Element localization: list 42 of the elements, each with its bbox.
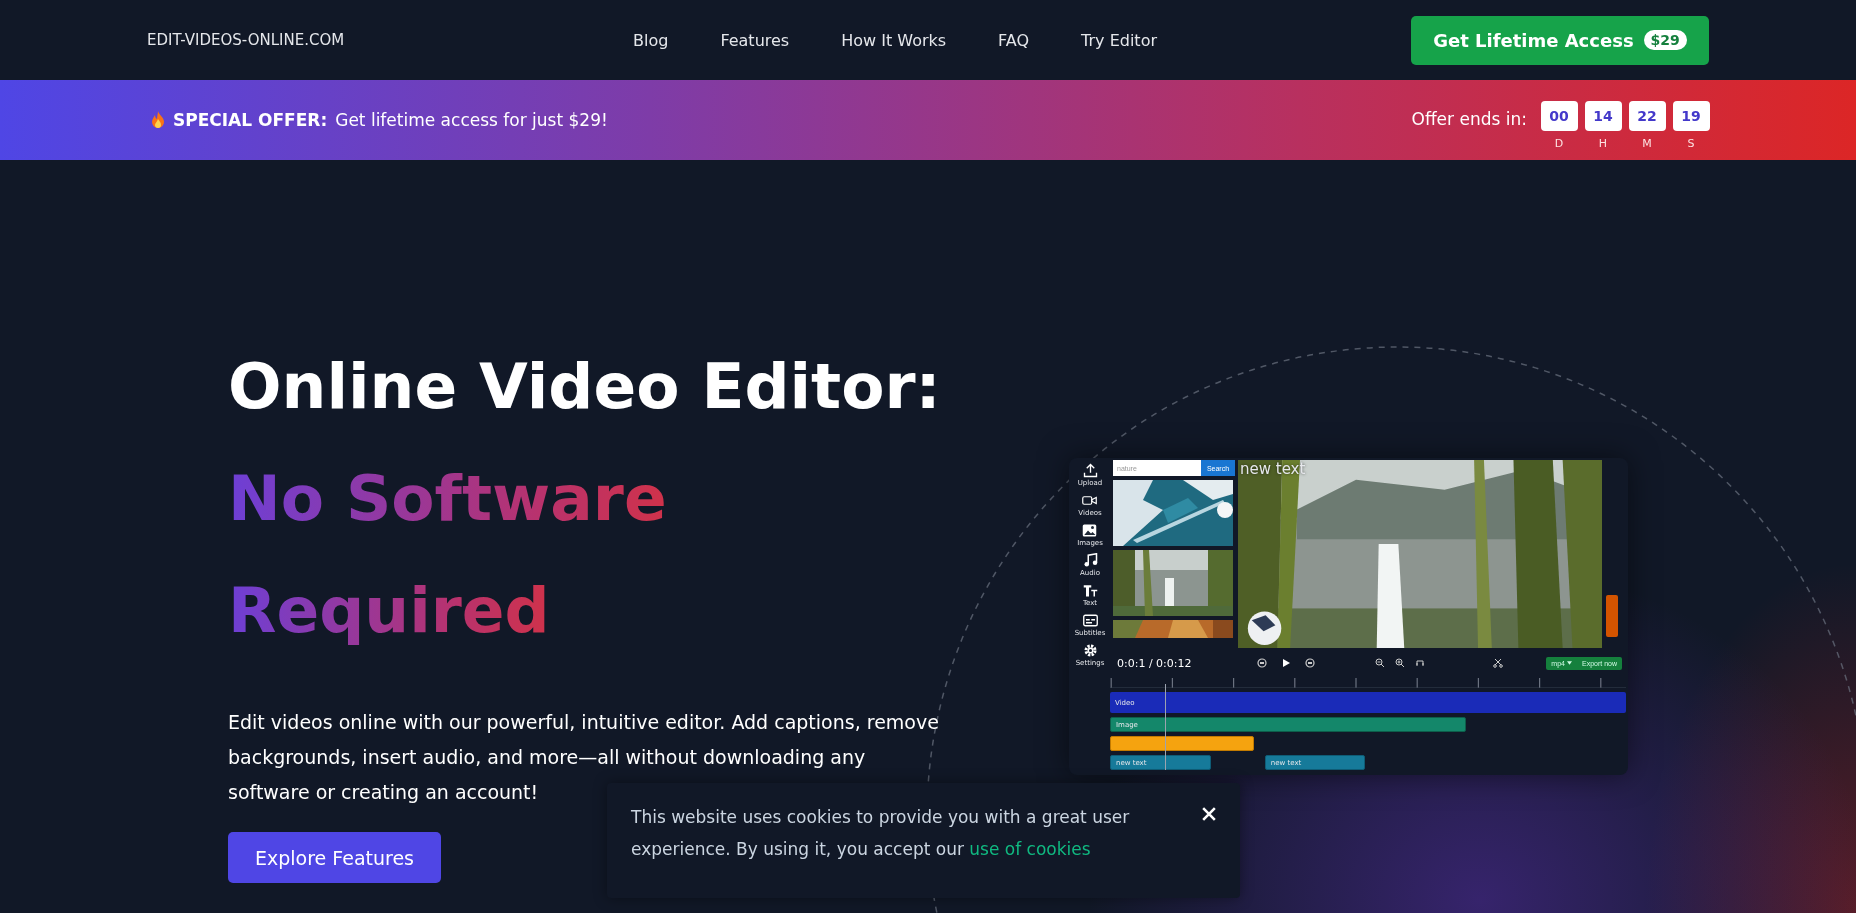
countdown-value: 14 xyxy=(1584,100,1622,131)
countdown-unit: D xyxy=(1554,136,1564,150)
hero-title: Online Video Editor: xyxy=(228,349,942,425)
site-logo[interactable]: EDIT-VIDEOS-ONLINE.COM xyxy=(147,31,633,49)
time-display: 0:0:1 / 0:0:12 xyxy=(1117,656,1193,670)
music-note-icon xyxy=(1082,553,1098,568)
cookie-message: This website uses cookies to provide you with a great user experience. By using it, you accept our use of cookies xyxy=(631,806,1131,861)
countdown-value: 22 xyxy=(1628,100,1666,131)
offer-text: Get lifetime access for just $29! xyxy=(335,110,608,130)
timeline-clip[interactable] xyxy=(1110,736,1255,751)
zoom-in-icon[interactable] xyxy=(1395,658,1405,668)
image-icon xyxy=(1082,523,1098,538)
nav-link[interactable]: Features xyxy=(720,30,790,50)
play-icon[interactable] xyxy=(1281,658,1291,668)
offer-label: SPECIAL OFFER: xyxy=(173,110,328,130)
explore-features-button[interactable]: Explore Features xyxy=(228,832,441,883)
skip-back-icon[interactable] xyxy=(1257,658,1267,668)
countdown-value: 19 xyxy=(1672,100,1710,131)
countdown-value: 00 xyxy=(1540,100,1578,131)
countdown-unit: H xyxy=(1598,136,1608,150)
hero-description: Edit videos online with our powerful, intuitive editor. Add captions, remove backgrounds, insert audio, and more—all without downloading any software or creating an account! xyxy=(228,710,940,805)
nav-link[interactable]: Blog xyxy=(633,30,669,50)
nav-link[interactable]: FAQ xyxy=(998,30,1030,50)
nav-link[interactable]: Try Editor xyxy=(1081,30,1157,50)
settings-icon xyxy=(1082,643,1098,658)
scissors-icon[interactable] xyxy=(1493,658,1503,668)
fire-icon xyxy=(151,111,165,129)
video-camera-icon xyxy=(1082,493,1098,508)
countdown-label: Offer ends in: xyxy=(1411,108,1527,129)
text-icon xyxy=(1082,583,1098,598)
caret-icon xyxy=(1566,661,1572,665)
nav-link[interactable]: How It Works xyxy=(841,30,947,50)
countdown-unit: M xyxy=(1642,136,1652,150)
skip-forward-icon[interactable] xyxy=(1305,658,1315,668)
countdown-unit: S xyxy=(1687,136,1695,150)
upload-icon xyxy=(1082,463,1098,478)
subtitles-icon xyxy=(1082,613,1098,628)
lifetime-access-button[interactable]: Get Lifetime Access $29 xyxy=(1411,15,1709,65)
cookie-policy-link[interactable]: use of cookies xyxy=(969,839,1091,859)
zoom-out-icon[interactable] xyxy=(1375,658,1385,668)
close-icon xyxy=(1202,807,1216,821)
price-badge: $29 xyxy=(1643,30,1687,50)
